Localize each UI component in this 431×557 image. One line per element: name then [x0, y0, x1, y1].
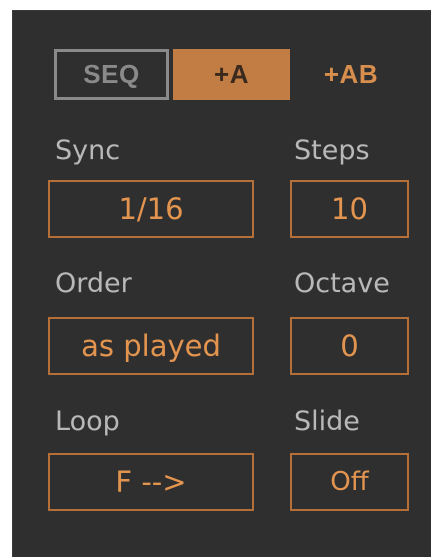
mode-ab-button[interactable]: +AB: [296, 49, 406, 100]
octave-label: Octave: [294, 268, 390, 299]
sync-field[interactable]: 1/16: [48, 180, 254, 238]
slide-label: Slide: [294, 406, 360, 437]
sync-label: Sync: [55, 135, 121, 166]
steps-field[interactable]: 10: [290, 180, 409, 238]
slide-field[interactable]: Off: [290, 453, 409, 511]
steps-label: Steps: [294, 135, 370, 166]
loop-label: Loop: [55, 406, 120, 437]
loop-field[interactable]: F -->: [48, 453, 254, 511]
order-label: Order: [55, 268, 132, 299]
order-field[interactable]: as played: [48, 317, 254, 375]
mode-a-button[interactable]: +A: [173, 49, 290, 100]
octave-field[interactable]: 0: [290, 317, 409, 375]
mode-seq-button[interactable]: SEQ: [54, 49, 169, 100]
